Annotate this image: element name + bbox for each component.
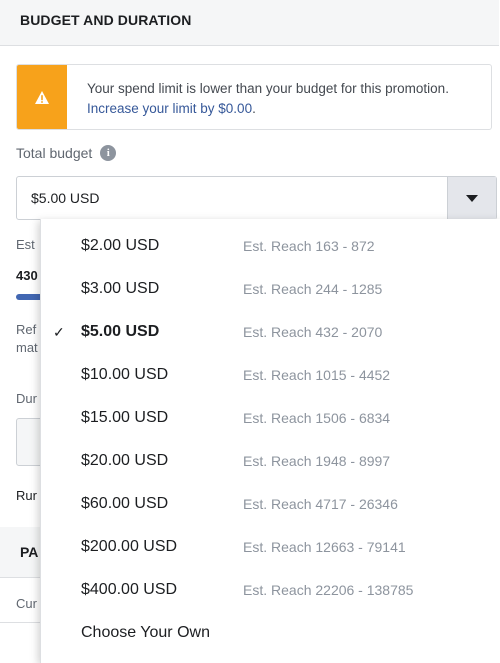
option-reach: Est. Reach 1506 - 6834 [243,410,391,426]
budget-option-200[interactable]: $200.00 USD Est. Reach 12663 - 79141 [41,526,500,569]
option-reach: Est. Reach 244 - 1285 [243,281,383,297]
option-reach: Est. Reach 1015 - 4452 [243,367,391,383]
budget-panel: BUDGET AND DURATION Your spend limit is … [0,0,500,663]
option-reach: Est. Reach 432 - 2070 [243,324,383,340]
warning-icon [35,90,49,104]
option-price: $5.00 USD [81,323,160,340]
choose-your-own-label: Choose Your Own [81,624,210,641]
alert-message-text: Your spend limit is lower than your budg… [87,81,449,96]
option-price: $2.00 USD [81,237,160,254]
total-budget-select[interactable]: $5.00 USD [16,176,497,220]
run-text-fragment: Rur [16,488,37,503]
option-price: $10.00 USD [81,366,169,383]
option-price: $15.00 USD [81,409,169,426]
total-budget-value: $5.00 USD [31,190,100,206]
increase-limit-link[interactable]: Increase your limit by $0.00 [87,101,252,116]
budget-option-15[interactable]: $15.00 USD Est. Reach 1506 - 6834 [41,397,500,440]
budget-option-3[interactable]: $3.00 USD Est. Reach 244 - 1285 [41,268,500,311]
option-price: $200.00 USD [81,538,178,555]
option-reach: Est. Reach 12663 - 79141 [243,539,406,555]
duration-label-fragment: Dur [16,391,37,406]
mat-text-fragment: mat [16,340,38,355]
currency-label-fragment: Cur [16,596,37,611]
estimated-reach-label-fragment: Est [16,237,35,252]
ref-text-fragment: Ref [16,322,37,337]
option-reach: Est. Reach 1948 - 8997 [243,453,391,469]
choose-your-own-option[interactable]: Choose Your Own [41,612,500,655]
alert-bar [17,65,67,129]
option-price: $400.00 USD [81,581,178,598]
spend-limit-alert: Your spend limit is lower than your budg… [16,64,492,130]
checkmark-icon: ✓ [53,324,65,340]
dropdown-toggle-button[interactable] [447,177,496,219]
budget-option-2[interactable]: $2.00 USD Est. Reach 163 - 872 [41,225,500,268]
budget-option-20[interactable]: $20.00 USD Est. Reach 1948 - 8997 [41,440,500,483]
section-title: BUDGET AND DURATION [0,0,499,46]
alert-suffix: . [252,101,256,116]
option-price: $3.00 USD [81,280,160,297]
chevron-down-icon [466,194,478,202]
option-price: $60.00 USD [81,495,169,512]
option-price: $20.00 USD [81,452,169,469]
budget-option-10[interactable]: $10.00 USD Est. Reach 1015 - 4452 [41,354,500,397]
budget-option-5[interactable]: ✓ $5.00 USD Est. Reach 432 - 2070 [41,311,500,354]
total-budget-text: Total budget [16,145,93,161]
budget-option-400[interactable]: $400.00 USD Est. Reach 22206 - 138785 [41,569,500,612]
budget-dropdown-menu: $2.00 USD Est. Reach 163 - 872 $3.00 USD… [40,219,500,663]
option-reach: Est. Reach 4717 - 26346 [243,496,398,512]
total-budget-label: Total budget i [16,145,117,161]
option-reach: Est. Reach 22206 - 138785 [243,582,414,598]
alert-message: Your spend limit is lower than your budg… [87,79,467,119]
budget-option-60[interactable]: $60.00 USD Est. Reach 4717 - 26346 [41,483,500,526]
section-title-fragment: PA [20,544,39,560]
info-icon[interactable]: i [100,145,117,161]
option-reach: Est. Reach 163 - 872 [243,238,375,254]
reach-number-fragment: 430 [16,268,38,283]
